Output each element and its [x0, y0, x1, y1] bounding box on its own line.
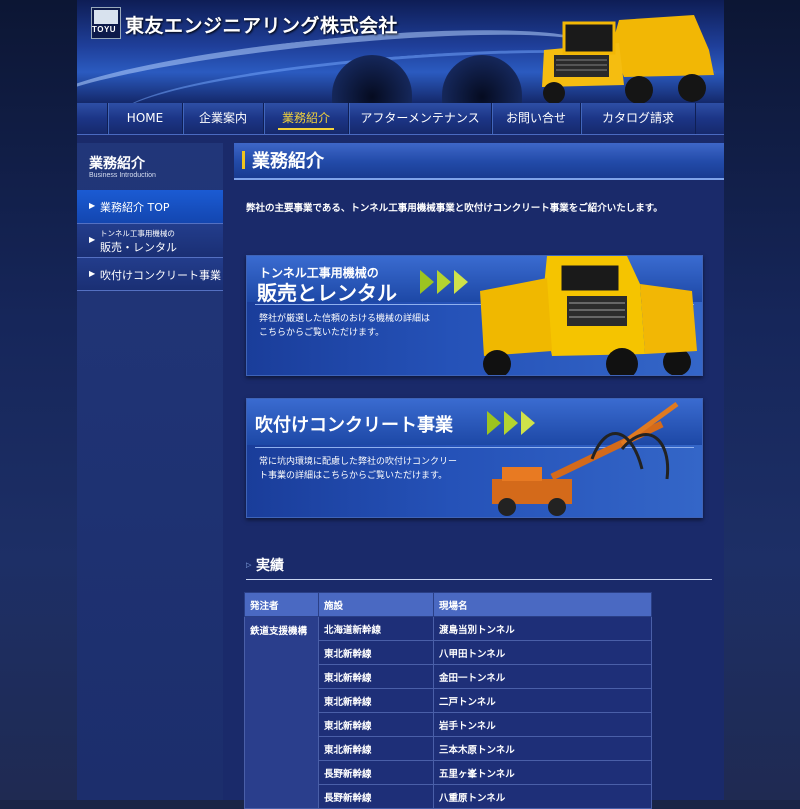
nav-item-after-maintenance[interactable]: アフターメンテナンス	[348, 103, 491, 134]
title-marker	[242, 151, 245, 169]
site-cell: 五里ヶ峯トンネル	[433, 760, 652, 785]
sidebar-item-shotcrete[interactable]: ▶ 吹付けコンクリート事業	[77, 258, 223, 291]
chevron-right-icon	[420, 270, 434, 294]
site-cell: 八甲田トンネル	[433, 640, 652, 665]
nav-item-catalog[interactable]: カタログ請求	[580, 103, 696, 134]
site-cell: 三本木原トンネル	[433, 736, 652, 761]
sidebar-item-label: 販売・レンタル	[100, 241, 177, 254]
page-background-left	[0, 0, 77, 800]
sidebar-item-label: 吹付けコンクリート事業	[100, 269, 221, 282]
site-cell: 二戸トンネル	[433, 688, 652, 713]
facility-cell: 東北新幹線	[318, 640, 434, 665]
banner-title: 販売とレンタル	[257, 281, 397, 305]
nav-item-contact[interactable]: お問い合せ	[491, 103, 580, 134]
page-container: TOYU 東友エンジニアリング株式会社 HOME 企業案内 業務紹介 アフターメ…	[77, 0, 724, 809]
heading-divider	[246, 579, 712, 580]
site-cell: 八重原トンネル	[433, 784, 652, 809]
client-cell: 鉄道支援機構	[244, 616, 319, 809]
dump-truck-image	[542, 15, 714, 103]
triangle-right-icon: ▶	[89, 201, 96, 210]
sidebar-title: 業務紹介	[89, 156, 145, 172]
facility-cell: 長野新幹線	[318, 784, 434, 809]
facility-cell: 長野新幹線	[318, 760, 434, 785]
heading-marker-icon: ▷	[246, 561, 252, 569]
logo-icon	[91, 7, 121, 39]
sidebar-item-sublabel: トンネル工事用機械の	[100, 229, 175, 238]
table-header-row: 発注者 施設 現場名	[244, 592, 652, 617]
site-header: TOYU 東友エンジニアリング株式会社	[77, 0, 724, 103]
intro-text: 弊社の主要事業である、トンネル工事用機械事業と吹付けコンクリート事業をご紹介いた…	[246, 203, 663, 214]
main-content: 業務紹介 弊社の主要事業である、トンネル工事用機械事業と吹付けコンクリート事業を…	[234, 143, 724, 809]
banner-title: 吹付けコンクリート事業	[255, 415, 453, 436]
site-cell: 渡島当別トンネル	[433, 616, 652, 641]
facility-cell: 東北新幹線	[318, 664, 434, 689]
sidebar-item-sales-rental[interactable]: ▶ トンネル工事用機械の 販売・レンタル	[77, 224, 223, 258]
page-title: 業務紹介	[252, 151, 324, 172]
facility-cell: 東北新幹線	[318, 736, 434, 761]
nav-item-company[interactable]: 企業案内	[182, 103, 263, 134]
results-heading: 実績	[256, 558, 284, 574]
column-header-client: 発注者	[244, 592, 319, 617]
banner-shotcrete[interactable]: 吹付けコンクリート事業 常に坑内環境に配慮した弊社の吹付けコンクリー ト事業の詳…	[246, 398, 703, 518]
logo-text: TOYU	[92, 25, 117, 34]
facility-cell: 東北新幹線	[318, 688, 434, 713]
chevron-right-icon	[437, 270, 451, 294]
banner-sales-rental[interactable]: トンネル工事用機械の 販売とレンタル 弊社が厳選した信頼のおける機械の詳細は こ…	[246, 255, 703, 376]
sidebar-item-label: 業務紹介 TOP	[100, 201, 170, 214]
column-header-site: 現場名	[433, 592, 652, 617]
table-row: 鉄道支援機構 北海道新幹線 渡島当別トンネル	[244, 616, 652, 809]
facility-cell: 北海道新幹線	[318, 616, 434, 641]
banner-description: 弊社が厳選した信頼のおける機械の詳細は こちらからご覧いただけます。	[259, 314, 431, 338]
page-title-bar: 業務紹介	[234, 143, 724, 180]
company-name: 東友エンジニアリング株式会社	[125, 15, 399, 37]
triangle-right-icon: ▶	[89, 235, 96, 244]
column-header-facility: 施設	[318, 592, 434, 617]
site-cell: 金田一トンネル	[433, 664, 652, 689]
chevron-right-icon	[454, 270, 468, 294]
nav-item-business[interactable]: 業務紹介	[263, 103, 348, 134]
triangle-right-icon: ▶	[89, 269, 96, 278]
page-background-right	[724, 0, 800, 800]
sidebar: 業務紹介 Business Introduction ▶ 業務紹介 TOP ▶ …	[77, 143, 223, 800]
banner-description: 常に坑内環境に配慮した弊社の吹付けコンクリー ト事業の詳細はこちらからご覧いただ…	[259, 457, 458, 481]
dump-truck-image	[480, 256, 697, 375]
sidebar-subtitle: Business Introduction	[89, 172, 156, 179]
nav-item-home[interactable]: HOME	[107, 103, 182, 134]
sidebar-item-business-top[interactable]: ▶ 業務紹介 TOP	[77, 190, 223, 224]
results-table: 発注者 施設 現場名 鉄道支援機構 北海道新幹線 渡島当別トンネル 東北新幹線 …	[244, 592, 652, 809]
main-nav: HOME 企業案内 業務紹介 アフターメンテナンス お問い合せ カタログ請求	[77, 103, 724, 135]
site-cell: 岩手トンネル	[433, 712, 652, 737]
shotcrete-machine-image	[492, 401, 679, 516]
facility-cell: 東北新幹線	[318, 712, 434, 737]
